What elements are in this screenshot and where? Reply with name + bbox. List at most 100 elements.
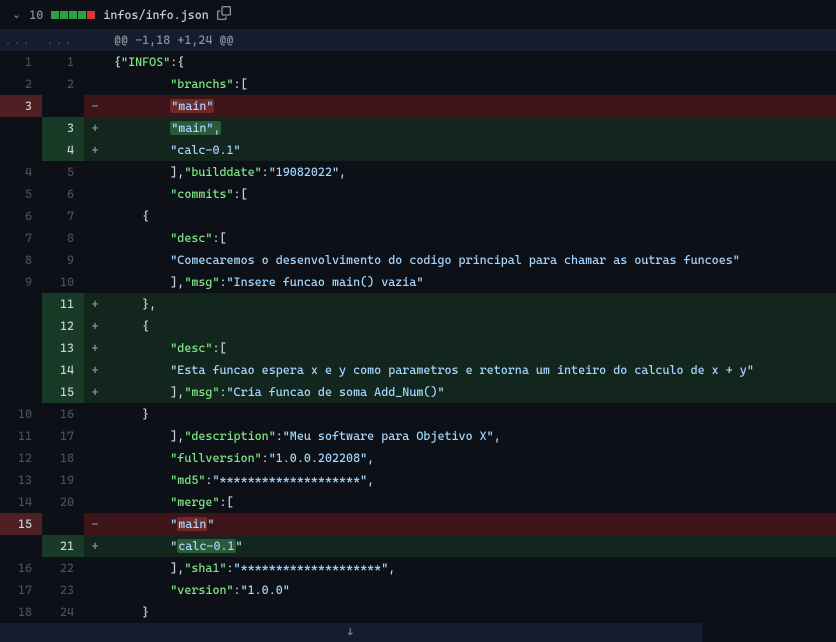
code-line: "branchs":[ [106,73,836,95]
line-number-new[interactable]: 20 [42,491,84,513]
change-count: 10 [29,8,43,22]
code-line: ],"msg":"Insere funcao main() vazia" [106,271,836,293]
line-number-new[interactable]: 22 [42,557,84,579]
line-number-old[interactable]: 14 [0,491,42,513]
diff-marker [84,403,106,425]
line-number-new[interactable]: 16 [42,403,84,425]
line-number-new[interactable]: 13 [42,337,84,359]
line-number-old[interactable] [0,359,42,381]
chevron-down-icon[interactable]: ⌄ [12,8,21,21]
line-number-old[interactable]: 17 [0,579,42,601]
line-number-old[interactable] [0,315,42,337]
line-number-new[interactable]: 19 [42,469,84,491]
line-number-old[interactable] [0,535,42,557]
diff-row: 67 { [0,205,836,227]
line-number-new[interactable]: 9 [42,249,84,271]
line-number-old[interactable]: 5 [0,183,42,205]
line-number-new[interactable]: 5 [42,161,84,183]
expand-icon[interactable]: ... [0,29,42,51]
code-line: ],"description":"Meu software para Objet… [106,425,836,447]
line-number-new[interactable]: 18 [42,447,84,469]
copy-icon[interactable] [217,6,231,23]
line-number-new[interactable]: 15 [42,381,84,403]
diff-marker [84,447,106,469]
hunk-header: ... ... @@ -1,18 +1,24 @@ [0,29,836,51]
line-number-old[interactable]: 6 [0,205,42,227]
line-number-old[interactable]: 11 [0,425,42,447]
diff-row: 3+ "main", [0,117,836,139]
line-number-old[interactable] [0,381,42,403]
code-line: "fullversion":"1.0.0.202208", [106,447,836,469]
line-number-old[interactable]: 8 [0,249,42,271]
diff-marker [84,579,106,601]
diff-marker [84,183,106,205]
diff-row: 11 {"INFOS":{ [0,51,836,73]
code-line: {"INFOS":{ [106,51,836,73]
line-number-new[interactable]: 24 [42,601,84,623]
line-number-new[interactable]: 6 [42,183,84,205]
line-number-old[interactable]: 9 [0,271,42,293]
line-number-old[interactable]: 16 [0,557,42,579]
diff-marker: + [84,139,106,161]
line-number-old[interactable]: 3 [0,95,42,117]
expand-footer-row: ↓ [0,623,836,642]
line-number-new[interactable]: 17 [42,425,84,447]
file-path[interactable]: infos/info.json [103,8,208,22]
diff-row: 21+ "calc-0.1" [0,535,836,557]
line-number-old[interactable]: 7 [0,227,42,249]
code-line: "version":"1.0.0" [106,579,836,601]
diff-row: 3- "main" [0,95,836,117]
line-number-new[interactable] [42,95,84,117]
diff-marker [84,491,106,513]
code-line: "calc-0.1" [106,535,836,557]
line-number-new[interactable]: 3 [42,117,84,139]
code-line: ],"sha1":"********************", [106,557,836,579]
diff-marker [84,557,106,579]
line-number-new[interactable]: 4 [42,139,84,161]
expand-down-icon[interactable]: ↓ [0,623,702,642]
line-number-new[interactable]: 12 [42,315,84,337]
line-number-old[interactable] [0,337,42,359]
diff-row: 56 "commits":[ [0,183,836,205]
diff-marker: + [84,337,106,359]
code-line: "desc":[ [106,227,836,249]
diff-row: 14+ "Esta funcao espera x e y como param… [0,359,836,381]
diff-row: 45 ],"builddate":"19082022", [0,161,836,183]
diff-row: 910 ],"msg":"Insere funcao main() vazia" [0,271,836,293]
line-number-new[interactable]: 10 [42,271,84,293]
code-line: }, [106,293,836,315]
line-number-old[interactable] [0,117,42,139]
line-number-old[interactable]: 15 [0,513,42,535]
line-number-old[interactable]: 4 [0,161,42,183]
line-number-old[interactable]: 10 [0,403,42,425]
line-number-new[interactable]: 1 [42,51,84,73]
line-number-old[interactable] [0,139,42,161]
line-number-old[interactable]: 1 [0,51,42,73]
line-number-old[interactable] [0,293,42,315]
line-number-new[interactable] [42,513,84,535]
code-line: } [106,403,836,425]
diff-row: 78 "desc":[ [0,227,836,249]
line-number-old[interactable]: 18 [0,601,42,623]
line-number-new[interactable]: 8 [42,227,84,249]
line-number-old[interactable]: 2 [0,73,42,95]
line-number-new[interactable]: 21 [42,535,84,557]
code-line: ],"builddate":"19082022", [106,161,836,183]
line-number-new[interactable]: 14 [42,359,84,381]
line-number-new[interactable]: 23 [42,579,84,601]
line-number-new[interactable]: 7 [42,205,84,227]
line-number-new[interactable]: 2 [42,73,84,95]
diff-row: 15- "main" [0,513,836,535]
line-number-old[interactable]: 12 [0,447,42,469]
line-number-new[interactable]: 11 [42,293,84,315]
code-line: "calc-0.1" [106,139,836,161]
code-line: ],"msg":"Cria funcao de soma Add_Num()" [106,381,836,403]
diff-table: ... ... @@ -1,18 +1,24 @@ 11{"INFOS":{22… [0,29,836,623]
diff-marker [84,227,106,249]
diff-row: 1016 } [0,403,836,425]
file-header: ⌄ 10 infos/info.json [0,0,836,29]
diff-marker: + [84,315,106,337]
expand-icon[interactable]: ... [42,29,84,51]
diff-row: 89 "Comecaremos o desenvolvimento do cod… [0,249,836,271]
line-number-old[interactable]: 13 [0,469,42,491]
